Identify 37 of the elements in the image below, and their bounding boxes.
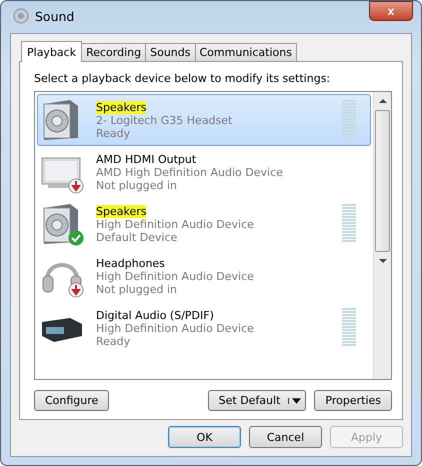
close-button[interactable]: x <box>369 1 413 21</box>
scrollbar[interactable] <box>373 92 391 379</box>
device-item[interactable]: Speakers High Definition Audio Device Default Device <box>37 198 371 250</box>
device-status: Not plugged in <box>96 282 178 296</box>
panel-button[interactable]: Properties <box>314 390 392 411</box>
dialog-button[interactable]: OK <box>168 426 241 448</box>
tab[interactable]: Recording <box>81 43 146 61</box>
instruction-text: Select a playback device below to modify its settings: <box>34 72 332 85</box>
caret-icon[interactable] <box>288 398 302 404</box>
device-description: AMD High Definition Audio Device <box>96 166 283 178</box>
device-status: Ready <box>96 126 130 140</box>
device-item[interactable]: AMD HDMI Output AMD High Definition Audio Device Not plugged in <box>37 146 371 198</box>
tab[interactable]: Communications <box>194 43 297 61</box>
device-description: 2- Logitech G35 Headset <box>96 114 232 126</box>
device-name: Headphones <box>96 256 165 270</box>
scroll-thumb[interactable] <box>375 110 390 252</box>
device-item[interactable]: Speakers 2- Logitech G35 Headset Ready <box>37 94 371 146</box>
device-name: Digital Audio (S/PDIF) <box>96 308 214 322</box>
scroll-up-arrow[interactable] <box>378 98 386 104</box>
device-item[interactable]: Digital Audio (S/PDIF) High Definition Audio Device Ready <box>37 302 371 354</box>
device-name: Speakers <box>96 204 146 218</box>
device-status: Default Device <box>96 230 178 244</box>
device-name: Speakers <box>96 100 146 114</box>
device-status: Not plugged in <box>96 178 178 192</box>
split-button[interactable]: Set Default <box>208 390 306 411</box>
tab[interactable]: Sounds <box>145 43 196 61</box>
device-status: Ready <box>96 334 130 348</box>
panel-button[interactable]: Configure <box>34 390 110 411</box>
scroll-down-arrow[interactable] <box>378 258 386 264</box>
window-title: Sound <box>35 8 76 24</box>
tab[interactable]: Playback <box>21 41 82 62</box>
device-description: High Definition Audio Device <box>96 270 254 282</box>
device-description: High Definition Audio Device <box>96 218 254 230</box>
device-description: High Definition Audio Device <box>96 322 254 334</box>
device-item[interactable]: Headphones High Definition Audio Device Not plugged in <box>37 250 371 302</box>
device-name: AMD HDMI Output <box>96 152 196 166</box>
dialog-button[interactable]: Cancel <box>249 426 322 448</box>
